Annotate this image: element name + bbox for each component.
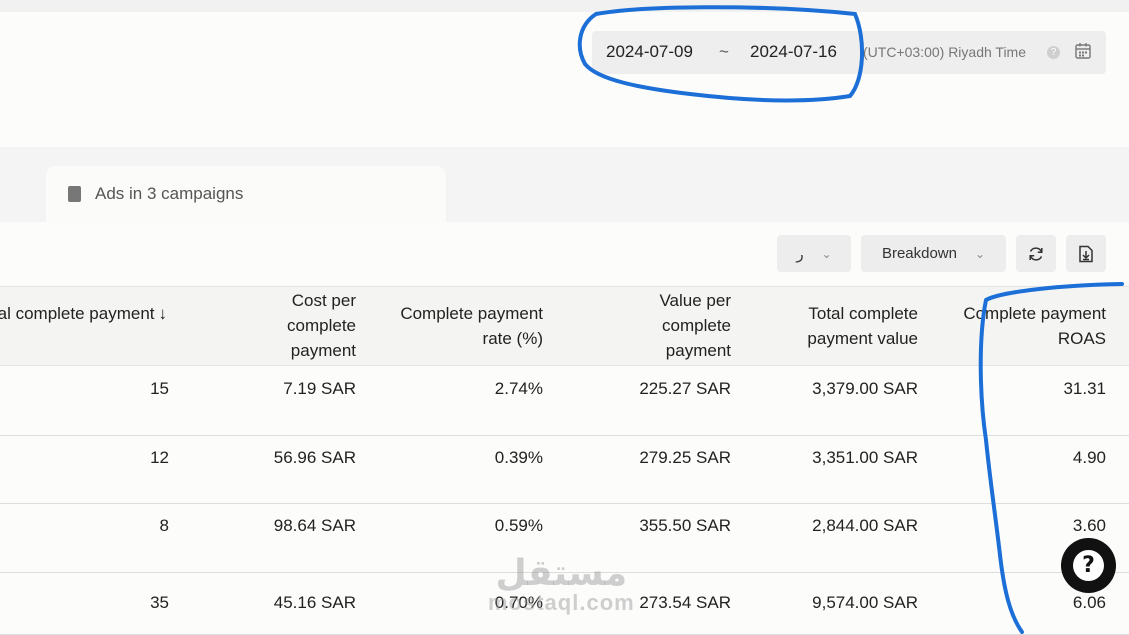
column-header-label: Complete payment ROAS [963,304,1106,348]
column-header-label: Complete payment rate (%) [400,304,543,348]
export-button[interactable] [1066,235,1106,272]
help-button[interactable]: ? [1061,538,1116,593]
table-row[interactable]: 35 45.16 SAR 0.70% 273.54 SAR 9,574.00 SAR 6.… [0,573,1129,635]
column-header-label: Total complete payment value [807,304,918,348]
date-separator: ~ [719,42,729,61]
column-header-label: Value per complete payment [659,291,731,360]
cell-cost-per-complete-payment: 45.16 SAR [273,593,356,612]
column-header-value-per-complete-payment[interactable]: Value per complete payment [621,288,731,363]
cell-value-per-complete-payment: 273.54 SAR [639,593,731,612]
cell-complete-payment-roas: 6.06 [1072,593,1106,612]
chevron-down-icon: ⌄ [974,246,986,261]
cell-complete-payment-rate: 0.39% [494,448,543,467]
chevron-down-icon: ⌄ [821,246,832,261]
cell-value-per-complete-payment: 225.27 SAR [639,379,731,398]
column-header-complete-payment-rate[interactable]: Complete payment rate (%) [373,301,543,351]
breakdown-dropdown[interactable]: Breakdown ⌄ [861,235,1006,272]
timezone-help-icon[interactable]: ? [1047,46,1060,59]
column-header-cost-per-complete-payment[interactable]: Cost per complete payment [246,288,356,363]
column-header-total-complete-payment[interactable]: Total complete payment↓ [0,301,167,326]
calendar-icon[interactable] [1075,42,1091,59]
columns-dropdown[interactable]: ر ⌄ [777,235,851,272]
cell-value-per-complete-payment: 279.25 SAR [639,448,731,467]
cell-complete-payment-rate: 0.70% [494,593,543,612]
ad-tab-icon [68,186,81,202]
top-band [0,0,1129,12]
columns-dropdown-label: ر [796,245,804,263]
cell-total-complete-payment: 12 [150,448,169,467]
cell-total-complete-payment-value: 3,379.00 SAR [812,379,918,398]
cell-total-complete-payment-value: 3,351.00 SAR [812,448,918,467]
cell-total-complete-payment-value: 2,844.00 SAR [812,516,918,535]
cell-complete-payment-roas: 4.90 [1072,448,1106,467]
table-row[interactable]: 12 56.96 SAR 0.39% 279.25 SAR 3,351.00 SAR 4.… [0,436,1129,504]
tab-ads-label: Ads in 3 campaigns [95,184,244,203]
refresh-icon [1029,246,1043,261]
cell-value-per-complete-payment: 355.50 SAR [639,516,731,535]
table-row[interactable]: 15 7.19 SAR 2.74% 225.27 SAR 3,379.00 SAR 31.… [0,367,1129,436]
breakdown-label: Breakdown [881,245,957,262]
column-header-total-complete-payment-value[interactable]: Total complete payment value [758,301,918,351]
cell-cost-per-complete-payment: 98.64 SAR [273,516,356,535]
table-row[interactable]: 8 98.64 SAR 0.59% 355.50 SAR 2,844.00 SAR 3.6… [0,504,1129,573]
cell-complete-payment-rate: 0.59% [494,516,543,535]
column-header-label: Total complete payment [0,304,155,323]
help-icon: ? [1073,550,1104,581]
date-start[interactable]: 2024-07-09 [606,42,693,62]
tab-ads[interactable]: Ads in 3 campaigns [46,166,446,223]
download-icon [1079,245,1093,262]
table-header: Total complete payment↓ Cost per complet… [0,286,1129,366]
cell-total-complete-payment: 35 [150,593,169,612]
date-end[interactable]: 2024-07-16 [750,42,837,62]
cell-total-complete-payment: 15 [150,379,169,398]
cell-cost-per-complete-payment: 56.96 SAR [273,448,356,467]
refresh-button[interactable] [1016,235,1056,272]
date-range-picker[interactable]: 2024-07-09 ~ 2024-07-16 (UTC+03:00) Riya… [592,31,1106,74]
cell-complete-payment-roas: 3.60 [1072,516,1106,535]
cell-total-complete-payment-value: 9,574.00 SAR [812,593,918,612]
cell-cost-per-complete-payment: 7.19 SAR [283,379,356,398]
sort-descending-icon[interactable]: ↓ [159,304,168,323]
column-header-label: Cost per complete payment [287,291,356,360]
timezone-label: (UTC+03:00) Riyadh Time [863,44,1027,60]
cell-total-complete-payment: 8 [159,516,169,535]
cell-complete-payment-rate: 2.74% [494,379,543,398]
column-header-complete-payment-roas[interactable]: Complete payment ROAS [956,301,1106,351]
cell-complete-payment-roas: 31.31 [1063,379,1106,398]
